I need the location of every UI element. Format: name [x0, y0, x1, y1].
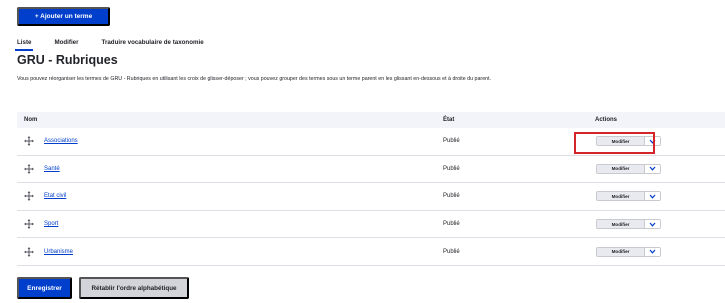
reset-alphabetical-button[interactable]: Rétablir l'ordre alphabétique: [79, 277, 189, 299]
term-link[interactable]: Santé: [44, 166, 60, 172]
term-link[interactable]: Sport: [44, 221, 58, 227]
cell-state: Publié: [443, 193, 460, 200]
chevron-down-icon: [649, 222, 656, 227]
chevron-down-icon: [649, 166, 656, 172]
edit-button[interactable]: Modifier: [597, 247, 644, 256]
term-link[interactable]: Associations: [44, 138, 78, 144]
operations-dropbutton: Modifier: [596, 163, 661, 174]
cell-state: Publié: [443, 221, 460, 228]
cell-actions: Modifier: [595, 183, 725, 210]
table-row: Sport Publié Modifier: [17, 211, 725, 239]
dropdown-toggle[interactable]: [644, 137, 660, 146]
dropdown-toggle[interactable]: [644, 220, 660, 229]
drag-handle-icon[interactable]: [24, 136, 34, 147]
dropdown-toggle[interactable]: [644, 192, 660, 201]
cell-actions: Modifier: [595, 128, 725, 155]
term-link[interactable]: Etat civil: [44, 193, 66, 199]
cell-actions: Modifier: [595, 156, 725, 183]
chevron-down-icon: [649, 194, 656, 199]
operations-dropbutton: Modifier: [596, 191, 661, 202]
add-term-button[interactable]: + Ajouter un terme: [17, 7, 110, 26]
drag-handle-icon[interactable]: [24, 163, 34, 174]
dropdown-toggle[interactable]: [644, 247, 660, 256]
drag-handle-icon[interactable]: [24, 219, 34, 230]
table-row: Etat civil Publié Modifier: [17, 183, 725, 211]
tab-liste[interactable]: Liste: [14, 38, 34, 52]
edit-button[interactable]: Modifier: [597, 164, 644, 173]
terms-table: Nom État Actions Associations Publié Mod…: [17, 112, 725, 266]
header-state: État: [443, 117, 455, 123]
dropdown-toggle[interactable]: [644, 164, 660, 173]
page-description: Vous pouvez réorganiser les termes de GR…: [17, 76, 492, 82]
cell-name: Associations: [17, 136, 443, 147]
local-tabs: Liste Modifier Traduire vocabulaire de t…: [14, 38, 227, 52]
drag-handle-icon[interactable]: [24, 246, 34, 257]
cell-state: Publié: [443, 248, 460, 255]
cell-name: Sport: [17, 219, 443, 230]
cell-state: Publié: [443, 165, 460, 172]
operations-dropbutton: Modifier: [596, 136, 661, 147]
edit-button[interactable]: Modifier: [597, 220, 644, 229]
cell-name: Urbanisme: [17, 246, 443, 257]
cell-actions: Modifier: [595, 211, 725, 238]
tab-traduire[interactable]: Traduire vocabulaire de taxonomie: [102, 38, 204, 52]
header-actions: Actions: [595, 117, 618, 123]
save-button[interactable]: Enregistrer: [17, 277, 72, 299]
operations-dropbutton: Modifier: [596, 219, 661, 230]
table-header: Nom État Actions: [17, 112, 725, 128]
chevron-down-icon: [649, 249, 656, 254]
table-row: Urbanisme Publié Modifier: [17, 238, 725, 266]
cell-name: Santé: [17, 163, 443, 174]
edit-button[interactable]: Modifier: [597, 137, 644, 146]
table-row: Associations Publié Modifier: [17, 128, 725, 156]
tab-modifier[interactable]: Modifier: [54, 38, 78, 52]
operations-dropbutton: Modifier: [596, 246, 661, 257]
chevron-down-icon: [649, 139, 656, 144]
header-name: Nom: [24, 117, 38, 123]
cell-name: Etat civil: [17, 191, 443, 202]
table-row: Santé Publié Modifier: [17, 156, 725, 184]
term-link[interactable]: Urbanisme: [44, 249, 73, 255]
cell-actions: Modifier: [595, 238, 725, 265]
edit-button[interactable]: Modifier: [597, 192, 644, 201]
drag-handle-icon[interactable]: [24, 191, 34, 202]
page-title: GRU - Rubriques: [17, 53, 118, 67]
cell-state: Publié: [443, 138, 460, 145]
